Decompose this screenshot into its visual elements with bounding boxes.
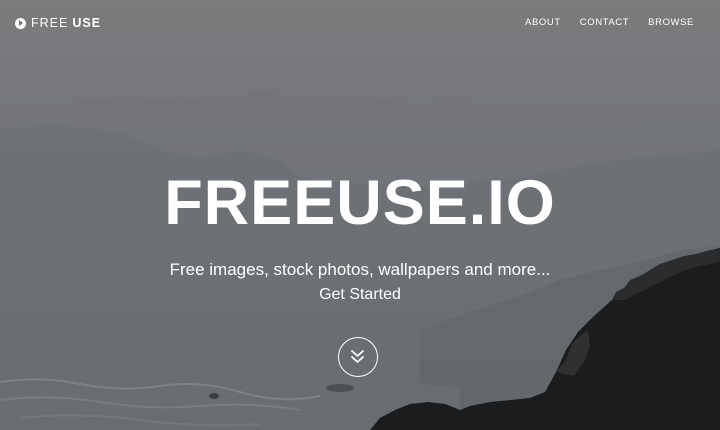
play-circle-icon [15,17,26,29]
get-started-link[interactable]: Get Started [319,286,401,303]
scroll-down-button[interactable] [338,337,378,377]
double-chevron-down-icon [351,350,364,363]
cta-container: Get Started [0,284,720,306]
site-logo[interactable]: FREE USE [15,15,101,31]
hero-subtitle: Free images, stock photos, wallpapers an… [169,260,551,279]
nav-link-contact[interactable]: CONTACT [580,17,629,28]
hero-section: FREE USE ABOUT CONTACT BROWSE FREEUSE.IO… [0,0,720,430]
logo-text-free: FREE [31,16,69,30]
logo-text-use: USE [72,16,102,30]
main-nav: ABOUT CONTACT BROWSE [525,17,694,28]
nav-link-about[interactable]: ABOUT [525,17,561,28]
hero-title: FREEUSE.IO [164,168,556,238]
nav-link-browse[interactable]: BROWSE [648,17,694,28]
